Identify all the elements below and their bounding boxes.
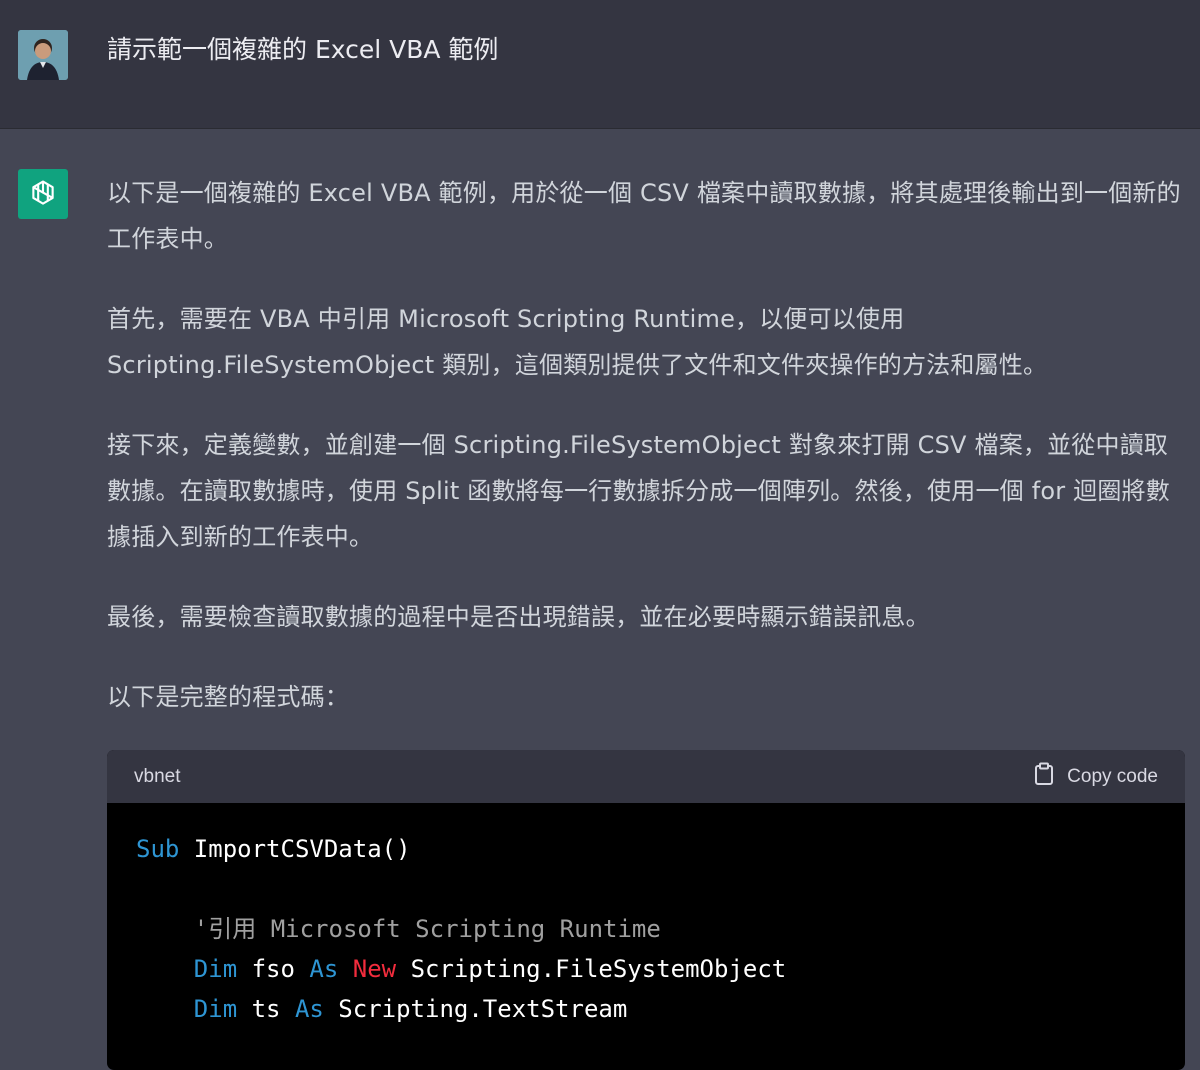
- code-text: Scripting.TextStream: [323, 995, 628, 1023]
- code-text: Scripting.FileSystemObject: [396, 955, 787, 983]
- answer-paragraph: 最後，需要檢查讀取數據的過程中是否出現錯誤，並在必要時顯示錯誤訊息。: [107, 603, 930, 631]
- code-keyword: Dim: [193, 955, 238, 983]
- code-keyword: As: [294, 995, 324, 1023]
- code-comment: '引用 Microsoft Scripting Runtime: [193, 915, 661, 943]
- copy-code-button[interactable]: Copy code: [1033, 762, 1158, 792]
- user-message-text: 請示範一個複雜的 Excel VBA 範例: [107, 35, 499, 64]
- clipboard-icon: [1033, 762, 1055, 792]
- code-content: Sub ImportCSVData() '引用 Microsoft Script…: [107, 803, 1185, 1055]
- assistant-message-row: 以下是一個複雜的 Excel VBA 範例，用於從一個 CSV 檔案中讀取數據，…: [0, 129, 1200, 1070]
- code-keyword: As: [309, 955, 339, 983]
- code-block: vbnet Copy code Sub ImportCSVData() '引用 …: [107, 750, 1185, 1070]
- answer-paragraph: 首先，需要在 VBA 中引用 Microsoft Scripting Runti…: [107, 305, 1048, 379]
- code-keyword: Sub: [136, 835, 180, 863]
- code-text: ImportCSVData(): [179, 835, 411, 863]
- code-text: ts: [237, 995, 295, 1023]
- avatar: [18, 30, 68, 80]
- code-text: fso: [237, 955, 310, 983]
- assistant-message-text: 以下是一個複雜的 Excel VBA 範例，用於從一個 CSV 檔案中讀取數據，…: [107, 170, 1187, 754]
- copy-code-label: Copy code: [1067, 765, 1158, 787]
- code-language-label: vbnet: [134, 765, 181, 787]
- code-keyword: Dim: [193, 995, 238, 1023]
- openai-logo-icon: [18, 169, 68, 219]
- user-message-row: 請示範一個複雜的 Excel VBA 範例: [0, 0, 1200, 129]
- answer-paragraph: 接下來，定義變數，並創建一個 Scripting.FileSystemObjec…: [107, 431, 1170, 551]
- code-keyword-new: New: [352, 955, 397, 983]
- answer-paragraph: 以下是一個複雜的 Excel VBA 範例，用於從一個 CSV 檔案中讀取數據，…: [107, 179, 1181, 253]
- answer-paragraph: 以下是完整的程式碼：: [107, 683, 349, 711]
- code-block-header: vbnet Copy code: [107, 750, 1185, 803]
